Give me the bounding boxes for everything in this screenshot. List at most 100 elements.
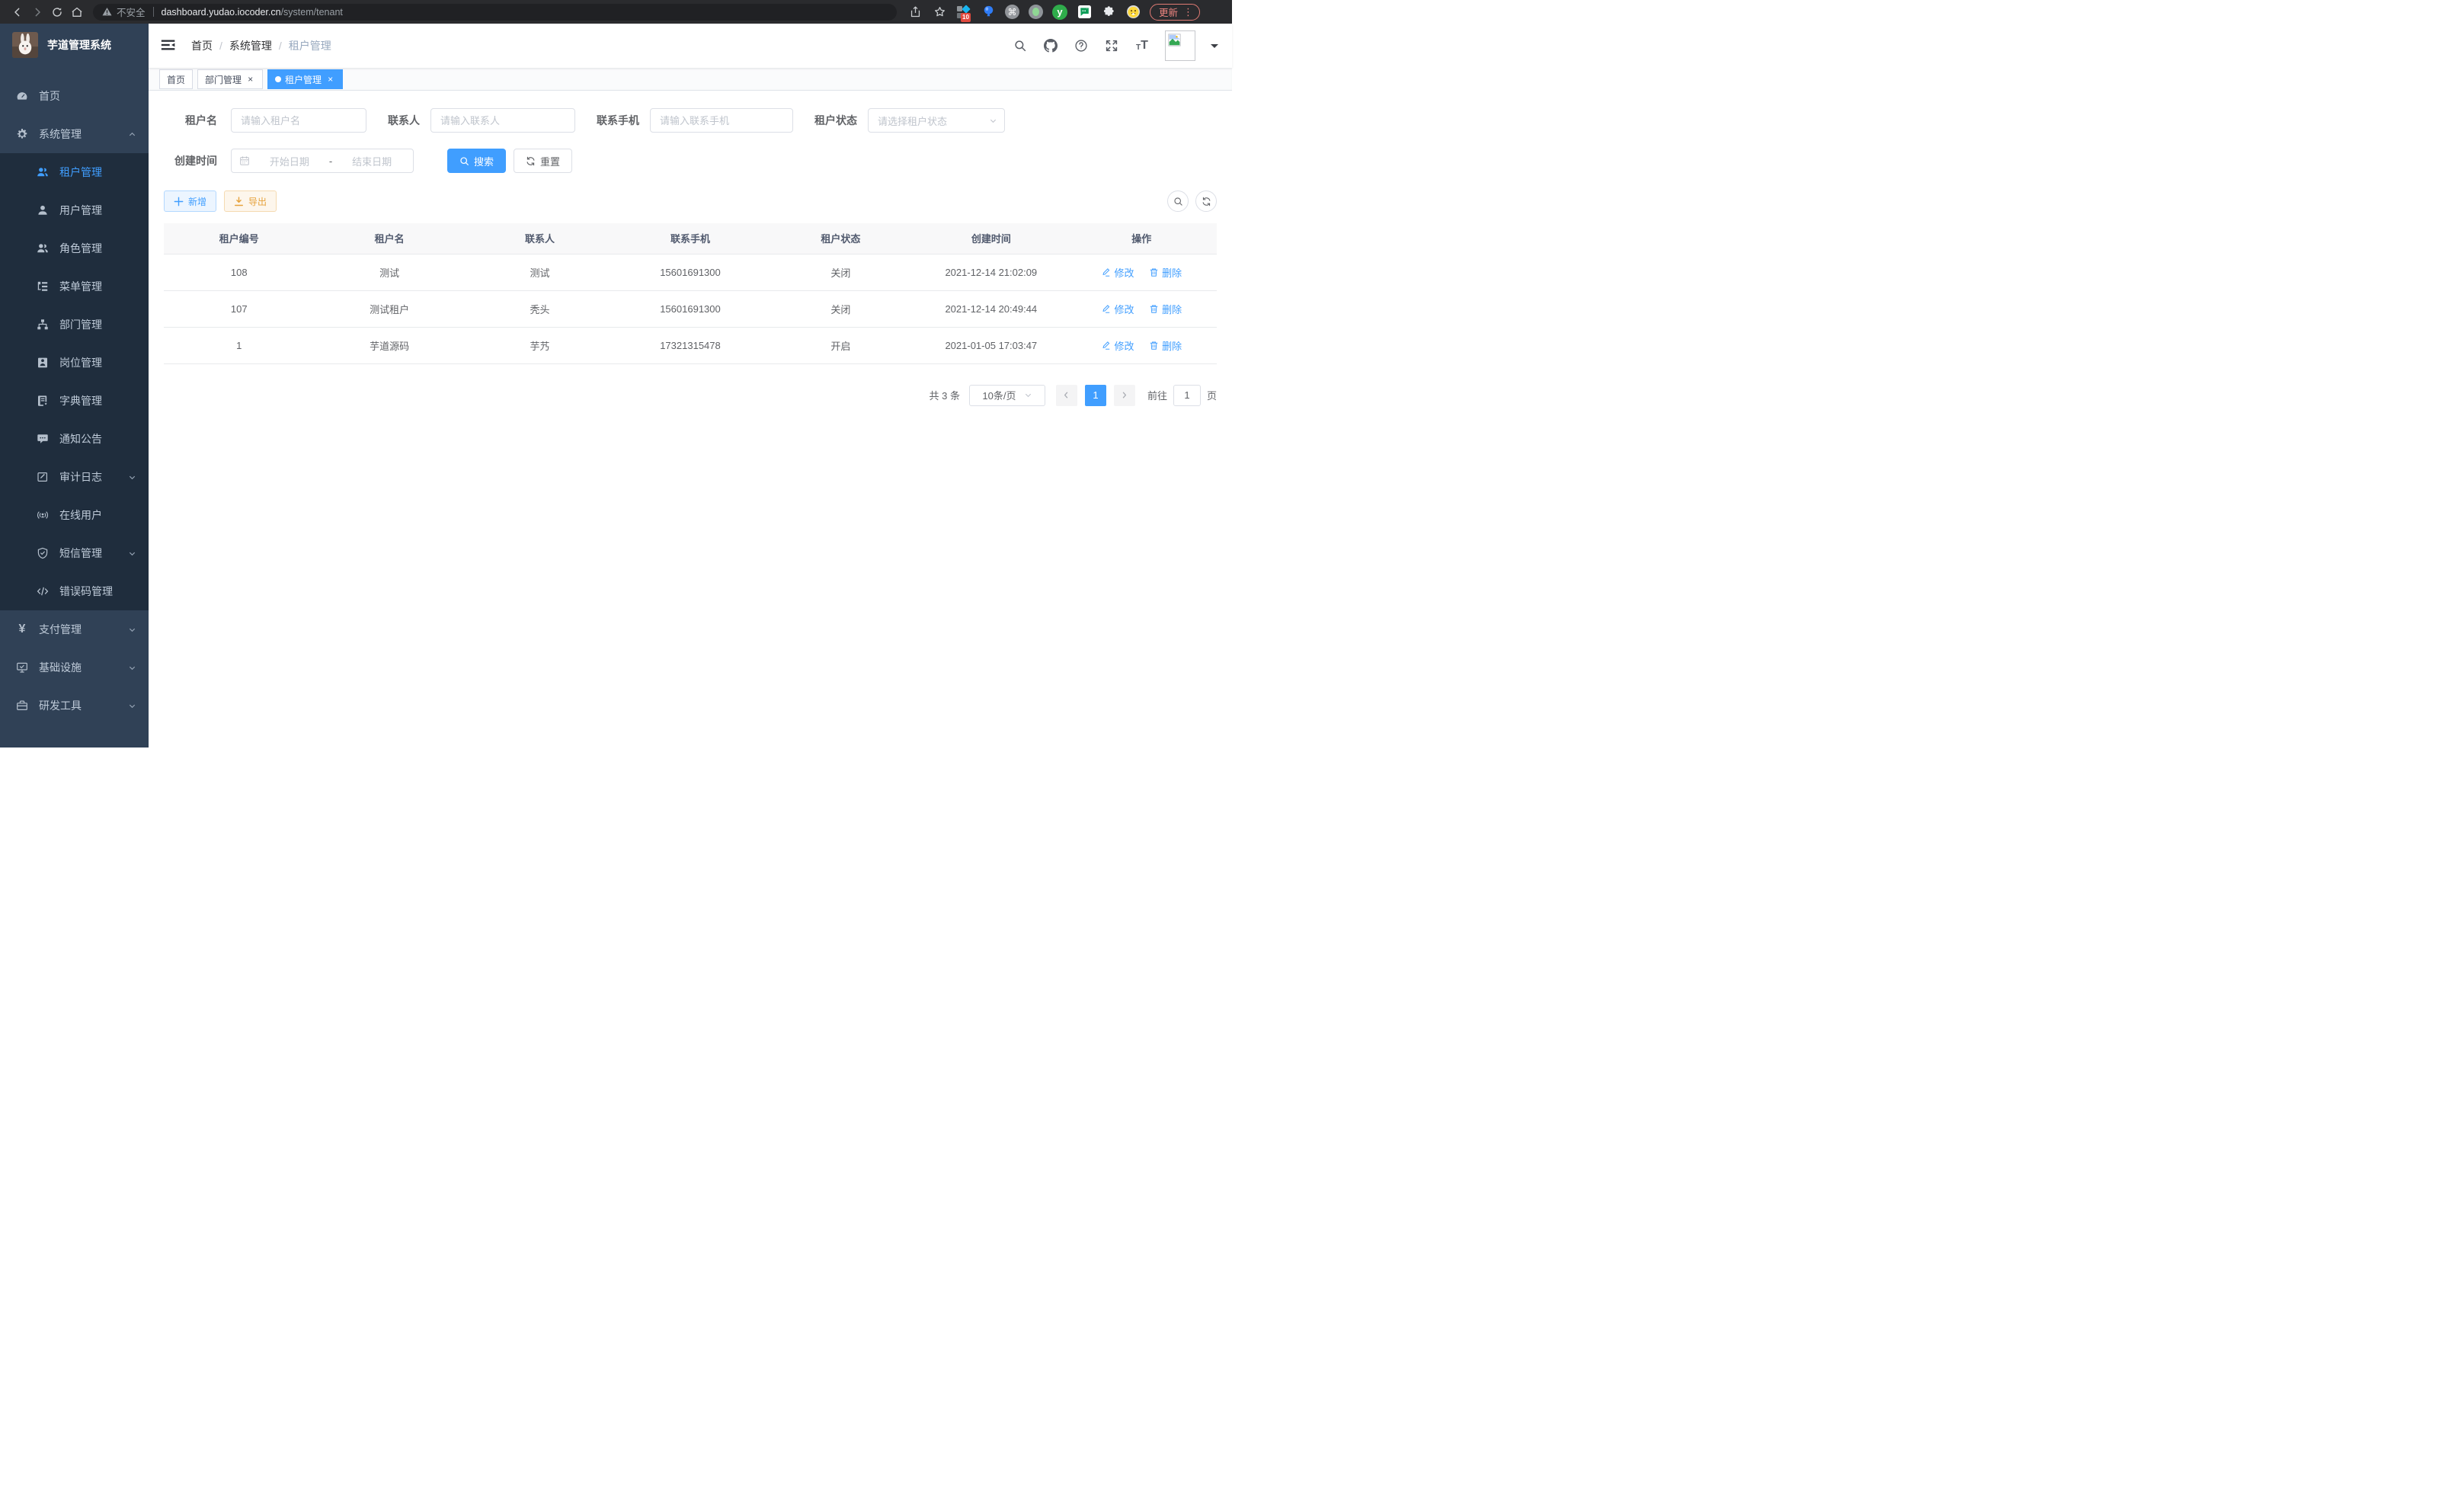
edit-link[interactable]: 修改 <box>1101 338 1134 353</box>
profile-avatar-icon[interactable] <box>1125 5 1141 20</box>
cell-tenant-name: 测试 <box>314 254 464 290</box>
tenant-name-input[interactable] <box>231 108 366 133</box>
help-icon[interactable] <box>1074 38 1089 53</box>
bookmark-star-icon[interactable] <box>932 5 947 20</box>
extensions-puzzle-icon[interactable] <box>1101 5 1116 20</box>
edit-link[interactable]: 修改 <box>1101 265 1134 280</box>
date-range-picker[interactable]: 开始日期 - 结束日期 <box>231 149 414 173</box>
extension-record-icon[interactable] <box>1029 5 1043 19</box>
extension-yudao-icon[interactable] <box>1052 5 1067 20</box>
update-button[interactable]: 更新 <box>1150 4 1200 21</box>
browser-menu-icon[interactable] <box>1183 6 1193 18</box>
cell-contact: 秃头 <box>465 290 615 327</box>
forward-icon[interactable] <box>27 2 47 22</box>
sidebar-item-pay[interactable]: 支付管理 <box>0 610 149 648</box>
next-page-button[interactable] <box>1114 385 1135 406</box>
delete-link[interactable]: 删除 <box>1149 302 1182 316</box>
sidebar-item-infra[interactable]: 基础设施 <box>0 648 149 687</box>
search-button[interactable]: 搜索 <box>447 149 506 173</box>
app-logo[interactable]: 芋道管理系统 <box>0 24 149 66</box>
goto-page-input[interactable] <box>1173 385 1201 406</box>
refresh-button[interactable] <box>1195 190 1217 212</box>
toggle-search-button[interactable] <box>1167 190 1189 212</box>
tab-home[interactable]: 首页 <box>159 69 193 89</box>
delete-link[interactable]: 删除 <box>1149 338 1182 353</box>
gear-icon <box>16 128 28 140</box>
edit-link[interactable]: 修改 <box>1101 302 1134 316</box>
sidebar-item-dict[interactable]: 字典管理 <box>0 382 149 420</box>
url-host: dashboard.yudao.iocoder.cn <box>162 7 281 18</box>
extension-blocker-icon[interactable]: 10 <box>956 5 971 20</box>
sidebar-item-home[interactable]: 首页 <box>0 77 149 115</box>
reload-icon[interactable] <box>47 2 67 22</box>
prev-page-button[interactable] <box>1056 385 1077 406</box>
delete-link[interactable]: 删除 <box>1149 265 1182 280</box>
sidebar: 芋道管理系统 首页 系统管理 租户管理 用户管理 <box>0 24 149 748</box>
sidebar-item-role[interactable]: 角色管理 <box>0 229 149 267</box>
date-start-placeholder[interactable]: 开始日期 <box>256 154 323 168</box>
sidebar-item-sms[interactable]: 短信管理 <box>0 534 149 572</box>
date-end-placeholder[interactable]: 结束日期 <box>338 154 405 168</box>
user-icon <box>37 204 49 216</box>
tab-label: 租户管理 <box>285 73 322 86</box>
sidebar-item-online-users[interactable]: 在线用户 <box>0 496 149 534</box>
export-button[interactable]: 导出 <box>224 190 277 212</box>
fullscreen-icon[interactable] <box>1104 38 1119 53</box>
sidebar-item-devtools[interactable]: 研发工具 <box>0 687 149 725</box>
avatar[interactable] <box>1165 30 1195 61</box>
extension-balloon-icon[interactable] <box>981 5 996 20</box>
sidebar-item-menu[interactable]: 菜单管理 <box>0 267 149 306</box>
table-toolbar: 新增 导出 <box>164 190 1217 212</box>
sidebar-item-audit-log[interactable]: 审计日志 <box>0 458 149 496</box>
reset-button[interactable]: 重置 <box>514 149 572 173</box>
table-row: 108 测试 测试 15601691300 关闭 2021-12-14 21:0… <box>164 254 1217 290</box>
goto-page: 前往 页 <box>1147 385 1217 406</box>
cell-contact: 芋艿 <box>465 327 615 363</box>
sidebar-collapse-icon[interactable] <box>161 37 178 54</box>
add-button[interactable]: 新增 <box>164 190 216 212</box>
contact-input[interactable] <box>430 108 575 133</box>
avatar-caret-icon[interactable] <box>1211 44 1218 52</box>
extension-chat-icon[interactable] <box>1077 5 1092 20</box>
home-icon[interactable] <box>67 2 87 22</box>
extension-cmd-icon[interactable] <box>1005 5 1019 19</box>
table-row: 107 测试租户 秃头 15601691300 关闭 2021-12-14 20… <box>164 290 1217 327</box>
not-secure-label: 不安全 <box>117 5 146 19</box>
search-icon[interactable] <box>1013 38 1028 53</box>
status-select[interactable]: 请选择租户状态 <box>868 108 1005 133</box>
sidebar-item-dept[interactable]: 部门管理 <box>0 306 149 344</box>
github-icon[interactable] <box>1043 38 1058 53</box>
sidebar-item-label: 岗位管理 <box>59 355 102 370</box>
share-icon[interactable] <box>907 5 923 20</box>
create-time-label: 创建时间 <box>164 153 217 168</box>
tab-dept[interactable]: 部门管理 <box>197 69 263 89</box>
mobile-input[interactable] <box>650 108 793 133</box>
monitor-icon <box>16 661 28 674</box>
code-icon <box>37 585 49 597</box>
sidebar-item-error-code[interactable]: 错误码管理 <box>0 572 149 610</box>
cell-actions: 修改 删除 <box>1067 254 1217 290</box>
sidebar-item-system[interactable]: 系统管理 <box>0 115 149 153</box>
breadcrumb-section[interactable]: 系统管理 <box>229 38 272 53</box>
sidebar-item-tenant[interactable]: 租户管理 <box>0 153 149 191</box>
reset-button-label: 重置 <box>540 154 560 168</box>
page-number-active[interactable]: 1 <box>1085 385 1106 406</box>
date-separator: - <box>329 155 332 167</box>
browser-toolbar: 不安全 dashboard.yudao.iocoder.cn/system/te… <box>0 0 1232 24</box>
tab-tenant[interactable]: 租户管理 <box>267 69 343 89</box>
url-bar[interactable]: 不安全 dashboard.yudao.iocoder.cn/system/te… <box>93 4 897 21</box>
breadcrumb-home[interactable]: 首页 <box>191 38 213 53</box>
sidebar-item-post[interactable]: 岗位管理 <box>0 344 149 382</box>
col-created: 创建时间 <box>916 223 1066 254</box>
sidebar-item-user[interactable]: 用户管理 <box>0 191 149 229</box>
back-icon[interactable] <box>8 2 27 22</box>
close-icon[interactable] <box>325 75 335 85</box>
page-size-select[interactable]: 10条/页 <box>969 385 1045 406</box>
contact-label: 联系人 <box>388 113 420 128</box>
filter-tenant-name: 租户名 <box>164 108 366 133</box>
sidebar-item-notice[interactable]: 通知公告 <box>0 420 149 458</box>
broadcast-icon <box>37 509 49 521</box>
font-size-icon[interactable] <box>1134 38 1150 53</box>
col-mobile: 联系手机 <box>615 223 765 254</box>
close-icon[interactable] <box>245 75 255 85</box>
